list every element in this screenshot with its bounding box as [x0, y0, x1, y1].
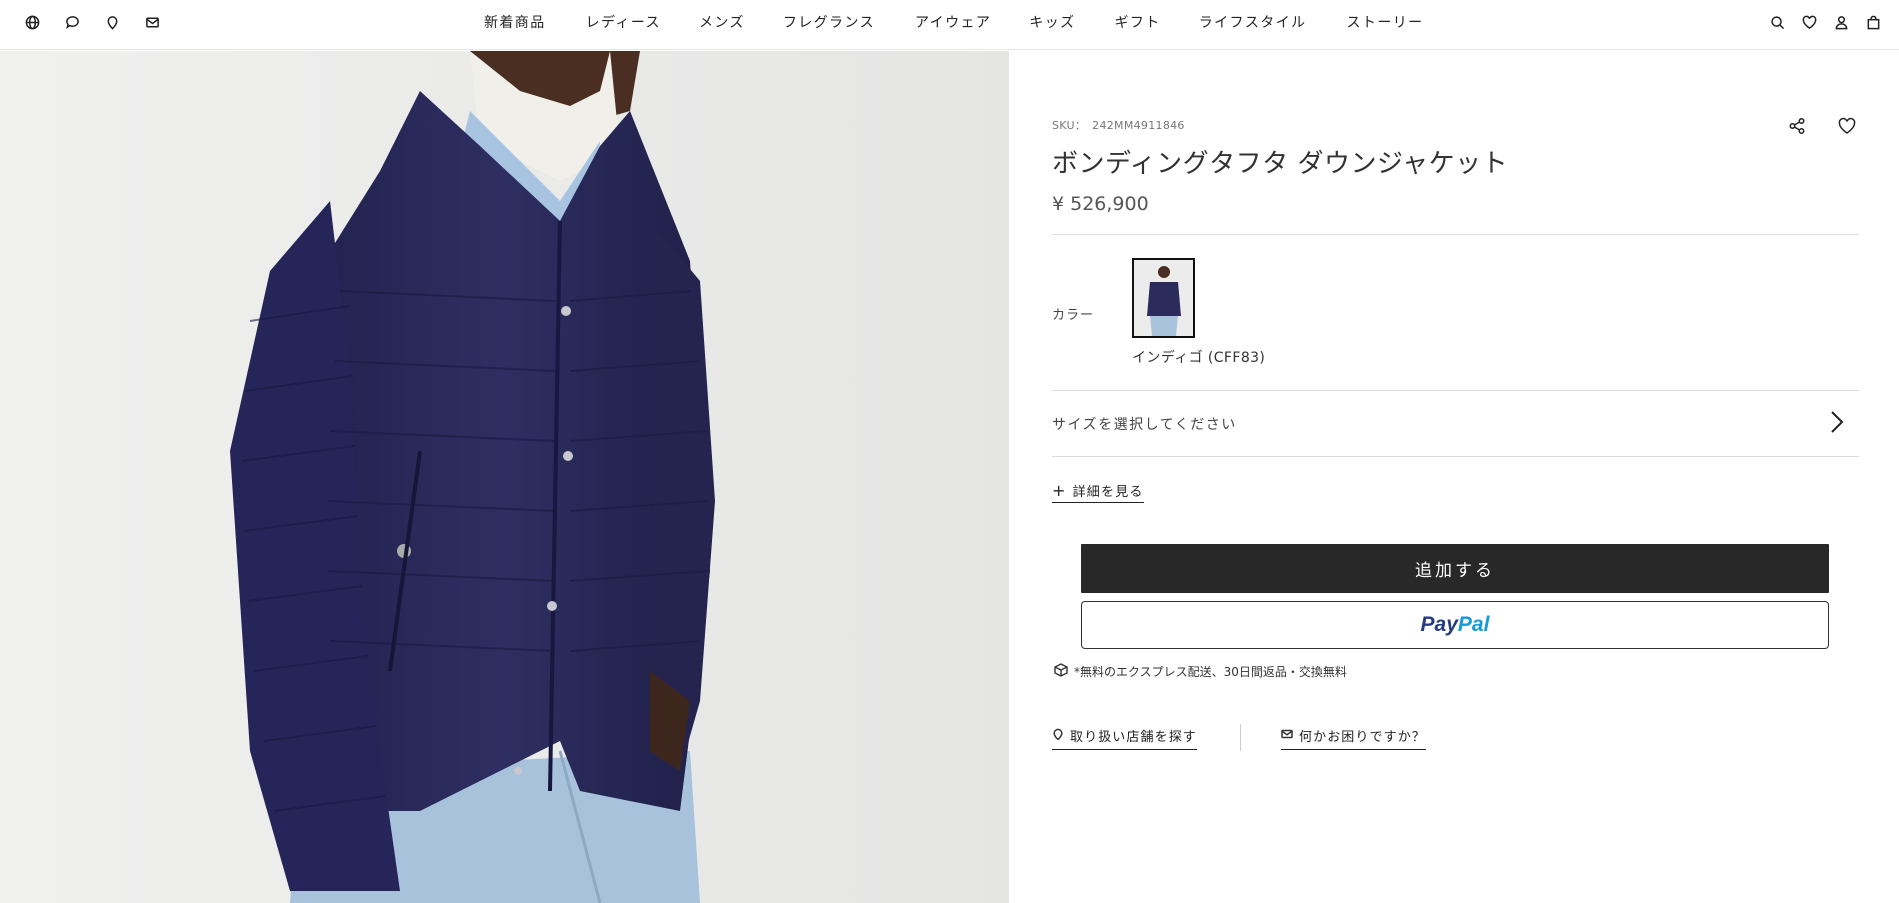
color-name: インディゴ (CFF83) — [1132, 350, 1266, 366]
nav-men[interactable]: メンズ — [699, 12, 745, 32]
nav-new-arrivals[interactable]: 新着商品 — [484, 12, 546, 32]
chat-icon[interactable] — [64, 14, 80, 30]
details-label: 詳細を見る — [1072, 485, 1144, 500]
add-to-cart-button[interactable]: 追加する — [1081, 544, 1829, 593]
nav-story[interactable]: ストーリー — [1347, 12, 1424, 32]
link-separator — [1240, 724, 1241, 751]
paypal-logo-pal: Pal — [1457, 613, 1490, 636]
paypal-button[interactable]: Pay Pal — [1081, 601, 1829, 649]
chevron-right-icon — [1829, 410, 1845, 434]
nav-women[interactable]: レディース — [586, 12, 661, 32]
contact-help-link[interactable]: 何かお困りですか？ — [1281, 726, 1426, 750]
color-swatch-indigo[interactable] — [1132, 258, 1195, 338]
paypal-logo-pay: Pay — [1420, 613, 1458, 636]
swatch-thumbnail — [1134, 260, 1193, 336]
nav-lifestyle[interactable]: ライフスタイル — [1199, 12, 1307, 32]
location-pin-icon[interactable] — [104, 14, 120, 30]
site-header: 新着商品 レディース メンズ フレグランス アイウェア キッズ ギフト ライフス… — [0, 0, 1899, 50]
nav-gift[interactable]: ギフト — [1115, 12, 1161, 32]
find-store-link[interactable]: 取り扱い店舗を探す — [1052, 726, 1197, 750]
shipping-note: *無料のエクスプレス配送、30日間返品・交換無料 — [1054, 663, 1347, 680]
sku-line: SKU： 242MM4911846 — [1052, 117, 1185, 133]
divider — [1052, 456, 1859, 457]
sku-label: SKU： — [1052, 119, 1087, 132]
nav-kids[interactable]: キッズ — [1029, 12, 1075, 32]
heart-icon[interactable] — [1801, 14, 1817, 30]
nav-fragrance[interactable]: フレグランス — [783, 12, 875, 32]
find-store-label: 取り扱い店舗を探す — [1070, 730, 1197, 745]
nav-eyewear[interactable]: アイウェア — [915, 12, 991, 32]
user-icon[interactable] — [1833, 14, 1849, 30]
header-right-icons — [1769, 14, 1881, 30]
location-pin-icon — [1052, 728, 1064, 744]
product-image[interactable] — [0, 51, 1009, 903]
help-label: 何かお困りですか？ — [1299, 730, 1426, 745]
size-prompt: サイズを選択してください — [1052, 417, 1237, 433]
wishlist-heart-icon[interactable] — [1838, 117, 1858, 137]
size-selector[interactable]: サイズを選択してください — [1052, 390, 1859, 456]
shipping-text: *無料のエクスプレス配送、30日間返品・交換無料 — [1074, 665, 1347, 679]
product-title: ボンディングタフタ ダウンジャケット — [1052, 149, 1509, 179]
mail-icon[interactable] — [144, 14, 160, 30]
divider — [1052, 234, 1859, 235]
product-price: ¥ 526,900 — [1052, 193, 1149, 215]
sku-value: 242MM4911846 — [1092, 119, 1185, 132]
box-icon — [1054, 663, 1068, 680]
product-photo-illustration — [0, 51, 1009, 903]
product-detail-panel: SKU： 242MM4911846 ボンディングタフタ ダウンジャケット ¥ 52… — [1052, 51, 1860, 903]
details-toggle[interactable]: + 詳細を見る — [1052, 481, 1144, 503]
main-nav: 新着商品 レディース メンズ フレグランス アイウェア キッズ ギフト ライフス… — [484, 12, 1424, 32]
search-icon[interactable] — [1769, 14, 1785, 30]
mail-icon — [1281, 728, 1293, 744]
bag-icon[interactable] — [1865, 14, 1881, 30]
globe-icon[interactable] — [24, 14, 40, 30]
color-label: カラー — [1052, 308, 1095, 323]
share-icon[interactable] — [1788, 117, 1808, 137]
header-left-icons — [24, 14, 160, 30]
plus-icon: + — [1052, 480, 1067, 500]
